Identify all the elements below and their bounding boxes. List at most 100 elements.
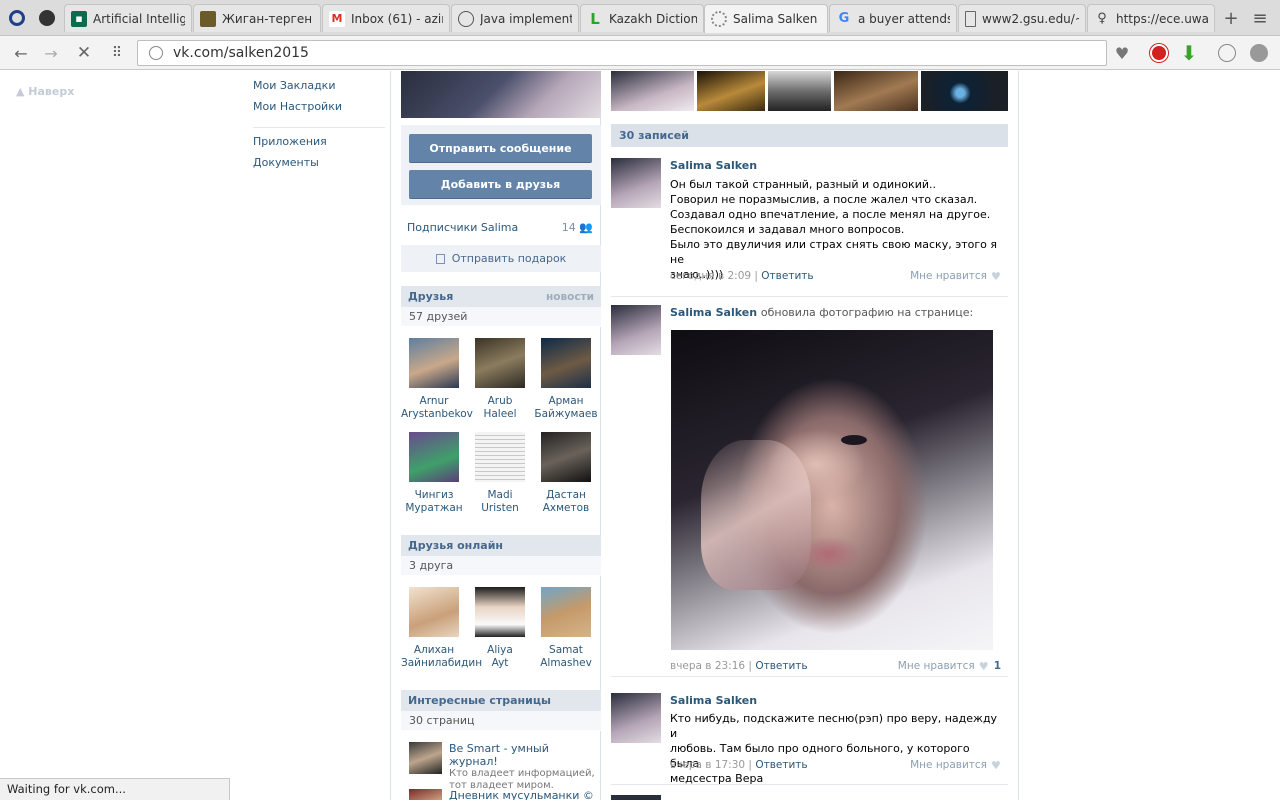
tab-buyer-attends[interactable]: G a buyer attends s bbox=[829, 4, 957, 32]
menu-divider bbox=[253, 127, 385, 128]
wall-post: Salima Salken обновила фотографию на стр… bbox=[611, 305, 1008, 677]
post-author-avatar[interactable] bbox=[611, 158, 661, 208]
wall-post: Salima Salken Кто нибудь, подскажите пес… bbox=[611, 693, 1008, 785]
pinned-tab-2[interactable] bbox=[32, 4, 62, 32]
friend-photo[interactable] bbox=[541, 587, 591, 637]
page-thumbnail[interactable] bbox=[409, 742, 442, 774]
post-author-avatar[interactable] bbox=[611, 693, 661, 743]
adblock-stop-icon[interactable] bbox=[1147, 41, 1171, 65]
post-time[interactable]: сегодня в 2:09 bbox=[670, 270, 751, 282]
reply-link[interactable]: Ответить bbox=[755, 759, 807, 771]
friend-photo[interactable] bbox=[541, 338, 591, 388]
photo-thumb[interactable] bbox=[921, 71, 1008, 111]
friend-item[interactable]: Arnur Arystanbekov bbox=[401, 338, 473, 421]
friend-photo[interactable] bbox=[409, 587, 459, 637]
downloads-icon[interactable] bbox=[1215, 41, 1239, 65]
tab-zhigan-tergen[interactable]: Жиган-терген | V bbox=[193, 4, 321, 32]
menu-documents[interactable]: Документы bbox=[253, 156, 385, 177]
heart-icon: ♥ bbox=[978, 659, 989, 673]
address-bar[interactable]: vk.com/salken2015 bbox=[137, 40, 1107, 66]
subscribers-link[interactable]: Подписчики Salima 14 👥 bbox=[407, 221, 593, 234]
post-meta: сегодня в 2:09 | Ответить bbox=[670, 270, 814, 282]
photo-thumb[interactable] bbox=[768, 71, 831, 111]
friend-item[interactable]: Чингиз Муратжан bbox=[401, 432, 467, 515]
reply-link[interactable]: Ответить bbox=[755, 660, 807, 672]
image-favicon-icon bbox=[200, 10, 216, 27]
friend-item[interactable]: Арман Байжумаев bbox=[533, 338, 599, 421]
back-to-top-link[interactable]: ▲ Наверх bbox=[16, 85, 74, 98]
site-info-icon[interactable] bbox=[149, 46, 163, 60]
pinned-tab-opera[interactable] bbox=[2, 4, 32, 32]
profile-avatar[interactable] bbox=[401, 71, 601, 118]
friend-item[interactable]: Madi Uristen bbox=[467, 432, 533, 515]
tab-salima-salken[interactable]: Salima Salken bbox=[704, 4, 828, 33]
friends-news-link[interactable]: новости bbox=[546, 291, 594, 303]
friend-photo[interactable] bbox=[475, 587, 525, 637]
menu-settings[interactable]: Мои Настройки bbox=[253, 100, 385, 121]
post-author[interactable]: Salima Salken bbox=[670, 159, 757, 172]
opera-icon bbox=[9, 10, 25, 26]
friends-header[interactable]: Друзья новости bbox=[401, 286, 601, 307]
url-text: vk.com/salken2015 bbox=[173, 45, 309, 61]
online-friend-item[interactable]: Aliya Ayt bbox=[467, 587, 533, 670]
tab-java-implementation[interactable]: Java implementat bbox=[451, 4, 579, 32]
friends-online-header[interactable]: Друзья онлайн bbox=[401, 535, 601, 556]
like-button[interactable]: Мне нравится ♥ bbox=[910, 759, 1001, 771]
interesting-pages-header[interactable]: Интересные страницы bbox=[401, 690, 601, 711]
post-author[interactable]: Salima Salken bbox=[670, 694, 757, 707]
google-icon: G bbox=[838, 11, 850, 26]
menu-bookmarks[interactable]: Мои Закладки bbox=[253, 79, 385, 100]
interesting-pages-count[interactable]: 30 страниц bbox=[401, 711, 601, 731]
like-button[interactable]: Мне нравится ♥ bbox=[910, 270, 1001, 282]
tab-inbox[interactable]: M Inbox (61) - azim bbox=[322, 4, 450, 32]
tab-artificial-intelligence[interactable]: ▪ Artificial Intelligen bbox=[64, 4, 192, 32]
friend-photo[interactable] bbox=[541, 432, 591, 482]
gift-icon bbox=[435, 253, 445, 264]
online-friend-item[interactable]: Samat Almashev bbox=[533, 587, 599, 670]
interesting-page-item[interactable]: Be Smart - умный журнал! Кто владеет инф… bbox=[409, 742, 600, 792]
friends-online-count[interactable]: 3 друга bbox=[401, 556, 601, 576]
photo-thumb[interactable] bbox=[697, 71, 765, 111]
photo-thumb[interactable] bbox=[834, 71, 918, 111]
friends-count[interactable]: 57 друзей bbox=[401, 307, 601, 327]
new-tab-plus-icon[interactable]: + bbox=[1221, 8, 1241, 29]
account-icon[interactable] bbox=[1247, 41, 1271, 65]
friend-photo[interactable] bbox=[409, 338, 459, 388]
interesting-page-item[interactable]: Дневник мусульманки © bbox=[409, 789, 594, 800]
send-gift-button[interactable]: Отправить подарок bbox=[401, 245, 601, 272]
status-bar: Waiting for vk.com... bbox=[0, 778, 230, 800]
green-L-icon: L bbox=[590, 9, 600, 28]
tab-gsu-edu[interactable]: www2.gsu.edu/~ bbox=[958, 4, 1086, 32]
send-message-button[interactable]: Отправить сообщение bbox=[409, 134, 592, 163]
online-friend-item[interactable]: Алихан Зайнилабидин bbox=[401, 587, 482, 670]
tab-kazakh-dictionary[interactable]: L Kazakh Dictionar bbox=[580, 4, 704, 32]
post-author[interactable]: Salima Salken обновила фотографию на стр… bbox=[670, 306, 973, 319]
reply-link[interactable]: Ответить bbox=[761, 270, 813, 282]
add-friend-button[interactable]: Добавить в друзья bbox=[409, 170, 592, 199]
post-author-avatar[interactable] bbox=[611, 305, 661, 355]
menu-apps[interactable]: Приложения bbox=[253, 135, 385, 156]
friend-photo[interactable] bbox=[475, 432, 525, 482]
post-time[interactable]: вчера в 17:30 bbox=[670, 759, 745, 771]
friend-item[interactable]: Arub Haleel bbox=[467, 338, 533, 421]
tab-ece-uwaterloo[interactable]: ♀ https://ece.uwate bbox=[1087, 4, 1215, 32]
page-thumbnail[interactable] bbox=[409, 789, 442, 800]
content-right-border bbox=[1018, 71, 1019, 800]
tab-menu-icon[interactable]: ≡ bbox=[1250, 8, 1270, 29]
like-count: 1 bbox=[993, 660, 1001, 672]
like-button[interactable]: Мне нравится ♥ 1 bbox=[898, 660, 1001, 672]
back-arrow-icon[interactable]: ← bbox=[10, 42, 32, 64]
wall-posts-count[interactable]: 30 записей bbox=[611, 124, 1008, 147]
friend-photo[interactable] bbox=[475, 338, 525, 388]
post-photo[interactable] bbox=[671, 330, 993, 650]
friend-item[interactable]: Дастан Ахметов bbox=[533, 432, 599, 515]
download-arrow-icon[interactable]: ⬇ bbox=[1177, 41, 1201, 65]
bookmark-heart-icon[interactable]: ♥ bbox=[1110, 41, 1134, 65]
post-time[interactable]: вчера в 23:16 bbox=[670, 660, 745, 672]
next-post-avatar[interactable] bbox=[611, 795, 661, 800]
stop-loading-icon[interactable]: ✕ bbox=[73, 42, 95, 64]
photo-thumb[interactable] bbox=[611, 71, 694, 111]
friend-photo[interactable] bbox=[409, 432, 459, 482]
speed-dial-grid-icon[interactable]: ⠿ bbox=[106, 42, 128, 64]
forward-arrow-icon[interactable]: → bbox=[40, 42, 62, 64]
